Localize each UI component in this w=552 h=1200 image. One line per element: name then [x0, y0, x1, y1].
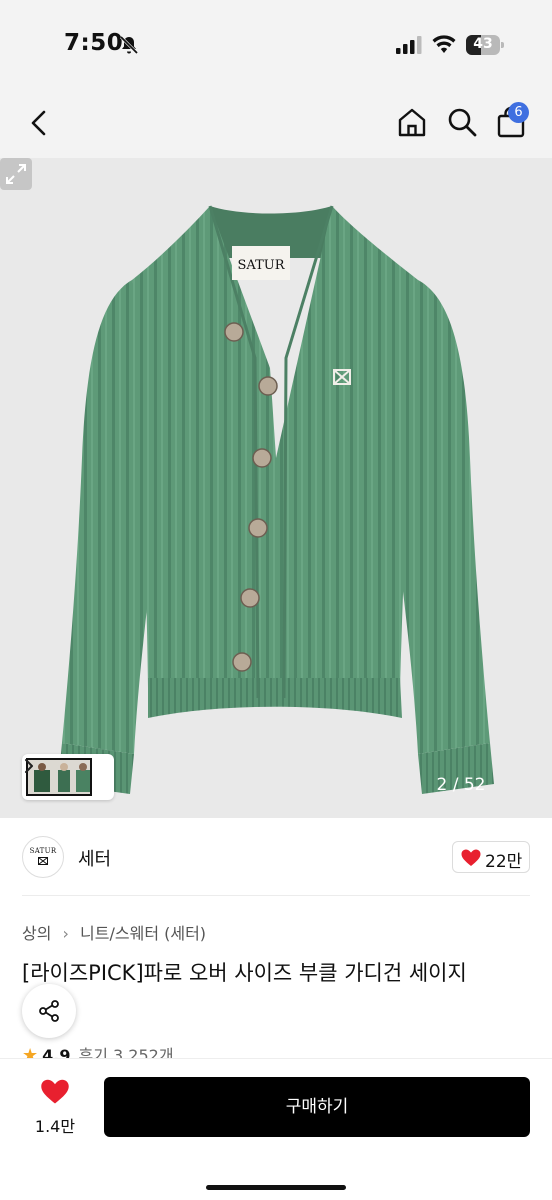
share-icon — [39, 1000, 59, 1022]
brand-like-button[interactable]: 22만 — [452, 841, 530, 873]
buy-button[interactable]: 구매하기 — [104, 1077, 530, 1137]
chevron-right-icon[interactable] — [22, 754, 36, 778]
back-arrow-icon[interactable] — [26, 108, 52, 138]
divider — [22, 895, 530, 896]
home-indicator — [206, 1185, 346, 1190]
bottom-action-bar: 1.4만 구매하기 — [0, 1058, 552, 1200]
chevron-right-icon: › — [62, 924, 69, 943]
brand-logo[interactable]: SATUR — [22, 836, 64, 878]
share-button[interactable] — [22, 984, 76, 1038]
breadcrumb: 상의 › 니트/스웨터 (세터) — [22, 920, 206, 944]
heart-icon — [41, 1079, 69, 1104]
expand-icon[interactable] — [0, 158, 32, 190]
thumbnail-strip[interactable] — [22, 754, 114, 800]
cellular-signal-icon — [396, 36, 422, 54]
home-icon[interactable] — [396, 106, 428, 138]
wifi-icon — [432, 35, 456, 53]
cart-count-badge: 6 — [508, 102, 529, 123]
brand-mark-icon — [38, 857, 48, 865]
wishlist-count: 1.4만 — [34, 1117, 76, 1136]
wishlist-button[interactable]: 1.4만 — [26, 1079, 84, 1139]
product-image: SATUR — [58, 205, 494, 794]
heart-icon — [461, 849, 481, 866]
status-time: 7:50 — [64, 30, 124, 56]
bell-muted-icon — [119, 35, 139, 55]
search-icon[interactable] — [446, 106, 478, 138]
brand-logo-text: SATUR — [29, 847, 57, 855]
garment-label-text: SATUR — [238, 258, 286, 273]
breadcrumb-item[interactable]: 상의 — [22, 920, 51, 944]
status-bar: 7:50 43 — [0, 0, 552, 90]
image-counter: 2 / 52 — [436, 775, 486, 795]
product-title: [라이즈PICK]파로 오버 사이즈 부클 가디건 세이지 — [22, 961, 467, 985]
product-image-gallery[interactable]: SATUR 2 / 52 — [0, 158, 552, 818]
breadcrumb-item[interactable]: 니트/스웨터 (세터) — [80, 920, 206, 944]
brand-name[interactable]: 세터 — [78, 845, 111, 871]
brand-like-count: 22만 — [485, 852, 523, 872]
top-nav-bar — [0, 90, 552, 158]
battery-percent: 43 — [473, 36, 493, 52]
battery-indicator: 43 — [466, 35, 504, 55]
